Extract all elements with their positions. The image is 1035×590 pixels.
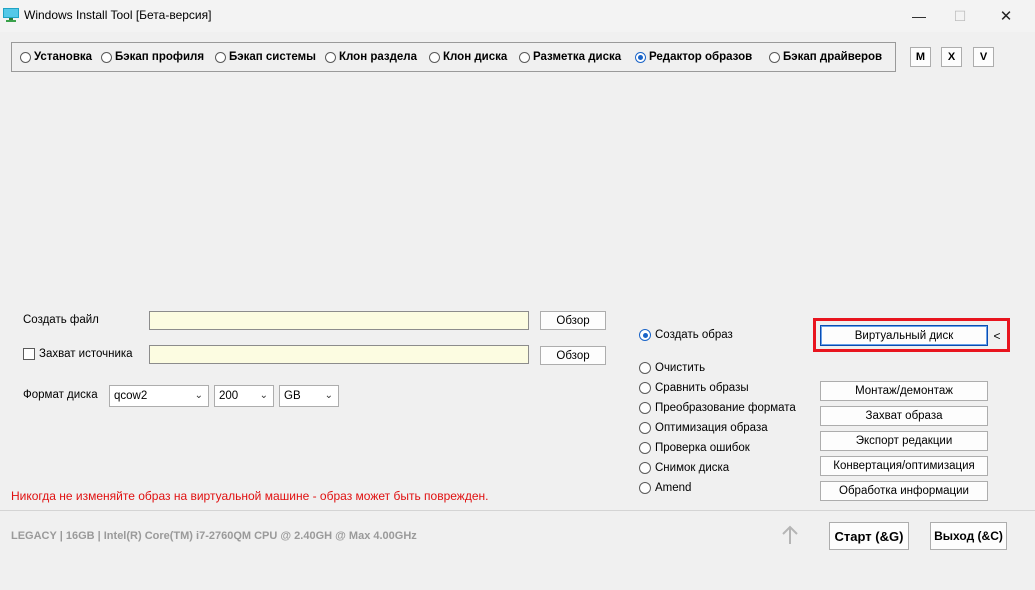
maximize-button[interactable]: ☐ bbox=[937, 0, 983, 32]
radio-icon bbox=[429, 51, 440, 63]
op-radio-amend[interactable]: Amend bbox=[639, 479, 691, 497]
op-label: Сравнить образы bbox=[655, 382, 749, 394]
mode-radio-image-editor[interactable]: Редактор образов bbox=[635, 43, 752, 71]
chevron-down-icon: ⌄ bbox=[324, 390, 333, 401]
m-button[interactable]: M bbox=[910, 47, 931, 67]
op-radio-snapshot[interactable]: Снимок диска bbox=[639, 459, 729, 477]
disk-unit-select[interactable]: GB ⌄ bbox=[279, 385, 339, 407]
arrow-up-icon[interactable] bbox=[779, 524, 801, 546]
op-radio-check-errors[interactable]: Проверка ошибок bbox=[639, 439, 750, 457]
op-radio-optimize[interactable]: Оптимизация образа bbox=[639, 419, 768, 437]
create-file-browse-button[interactable]: Обзор bbox=[540, 311, 606, 330]
mode-label: Бэкап драйверов bbox=[783, 51, 883, 63]
radio-icon bbox=[639, 462, 651, 474]
mode-radio-disk-partitioning[interactable]: Разметка диска bbox=[519, 43, 621, 71]
chevron-down-icon: ⌄ bbox=[194, 390, 203, 401]
disk-size-value: 200 bbox=[219, 390, 239, 402]
mode-label: Разметка диска bbox=[533, 51, 622, 63]
radio-icon bbox=[639, 402, 651, 414]
exit-button[interactable]: Выход (&C) bbox=[930, 522, 1007, 550]
radio-icon bbox=[769, 51, 780, 63]
mode-label: Бэкап профиля bbox=[115, 51, 205, 63]
capture-source-checkbox[interactable] bbox=[23, 348, 35, 360]
capture-source-input[interactable] bbox=[149, 345, 529, 364]
capture-source-label: Захват источника bbox=[39, 348, 133, 360]
mount-button[interactable]: Монтаж/демонтаж bbox=[820, 381, 988, 401]
separator bbox=[0, 510, 1035, 511]
radio-icon bbox=[639, 422, 651, 434]
op-label: Создать образ bbox=[655, 329, 733, 341]
mode-radio-install[interactable]: Установка bbox=[20, 43, 92, 71]
virtual-disk-button[interactable]: Виртуальный диск bbox=[820, 325, 988, 346]
capture-source-browse-button[interactable]: Обзор bbox=[540, 346, 606, 365]
radio-icon bbox=[101, 51, 112, 63]
chevron-down-icon: ⌄ bbox=[259, 390, 268, 401]
mode-radio-partition-clone[interactable]: Клон раздела bbox=[325, 43, 417, 71]
disk-format-label: Формат диска bbox=[23, 389, 98, 401]
op-radio-create-image[interactable]: Создать образ bbox=[639, 326, 733, 344]
mode-label: Клон диска bbox=[443, 51, 508, 63]
collapse-button[interactable]: < bbox=[991, 328, 1003, 344]
mode-radio-system-backup[interactable]: Бэкап системы bbox=[215, 43, 316, 71]
title-bar: Windows Install Tool [Бета-версия] — ☐ ✕ bbox=[0, 0, 1035, 32]
op-radio-convert-format[interactable]: Преобразование формата bbox=[639, 399, 796, 417]
op-radio-compare[interactable]: Сравнить образы bbox=[639, 379, 749, 397]
export-edition-button[interactable]: Экспорт редакции bbox=[820, 431, 988, 451]
disk-size-select[interactable]: 200 ⌄ bbox=[214, 385, 274, 407]
close-button[interactable]: ✕ bbox=[983, 0, 1029, 32]
op-label: Преобразование формата bbox=[655, 402, 796, 414]
mode-radio-driver-backup[interactable]: Бэкап драйверов bbox=[769, 43, 882, 71]
radio-icon bbox=[639, 382, 651, 394]
warning-text: Никогда не изменяйте образ на виртуально… bbox=[11, 489, 489, 503]
app-icon bbox=[3, 8, 19, 22]
disk-unit-value: GB bbox=[284, 390, 301, 402]
v-button[interactable]: V bbox=[973, 47, 994, 67]
op-radio-clean[interactable]: Очистить bbox=[639, 359, 705, 377]
window-title: Windows Install Tool [Бета-версия] bbox=[24, 8, 212, 22]
radio-icon bbox=[639, 442, 651, 454]
mode-selector: Установка Бэкап профиля Бэкап системы Кл… bbox=[11, 42, 896, 72]
disk-format-value: qcow2 bbox=[114, 390, 148, 402]
op-label: Проверка ошибок bbox=[655, 442, 750, 454]
mode-label: Установка bbox=[34, 51, 93, 63]
op-label: Очистить bbox=[655, 362, 706, 374]
radio-selected-icon bbox=[639, 329, 651, 341]
mode-label: Редактор образов bbox=[649, 51, 753, 63]
process-info-button[interactable]: Обработка информации bbox=[820, 481, 988, 501]
radio-icon bbox=[215, 51, 226, 63]
create-file-input[interactable] bbox=[149, 311, 529, 330]
mode-radio-disk-clone[interactable]: Клон диска bbox=[429, 43, 507, 71]
radio-selected-icon bbox=[635, 51, 646, 63]
convert-optimize-button[interactable]: Конвертация/оптимизация bbox=[820, 456, 988, 476]
disk-format-select[interactable]: qcow2 ⌄ bbox=[109, 385, 209, 407]
capture-image-button[interactable]: Захват образа bbox=[820, 406, 988, 426]
start-button[interactable]: Старт (&G) bbox=[829, 522, 909, 550]
radio-icon bbox=[639, 362, 651, 374]
minimize-button[interactable]: — bbox=[896, 0, 942, 32]
radio-icon bbox=[325, 51, 336, 63]
create-file-label: Создать файл bbox=[23, 314, 99, 326]
op-label: Оптимизация образа bbox=[655, 422, 768, 434]
mode-radio-profile-backup[interactable]: Бэкап профиля bbox=[101, 43, 204, 71]
mode-label: Бэкап системы bbox=[229, 51, 316, 63]
x-button[interactable]: X bbox=[941, 47, 962, 67]
op-label: Amend bbox=[655, 482, 692, 494]
op-label: Снимок диска bbox=[655, 462, 730, 474]
radio-icon bbox=[20, 51, 31, 63]
radio-icon bbox=[639, 482, 651, 494]
radio-icon bbox=[519, 51, 530, 63]
system-info: LEGACY | 16GB | Intel(R) Core(TM) i7-276… bbox=[11, 530, 417, 542]
mode-label: Клон раздела bbox=[339, 51, 418, 63]
